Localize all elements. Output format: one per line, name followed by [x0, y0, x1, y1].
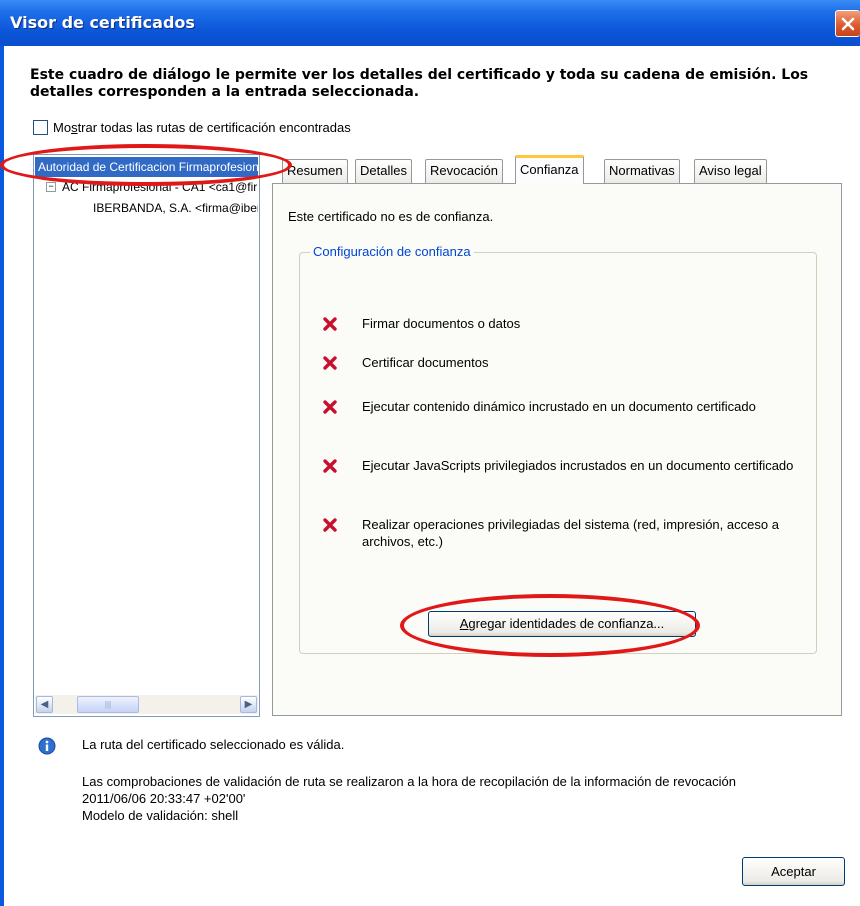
info-icon — [38, 737, 56, 755]
tree-node-root[interactable]: Autoridad de Certificacion Firmaprofesio… — [35, 157, 258, 177]
tab-normativas[interactable]: Normativas — [604, 159, 680, 183]
tree-node-iberbanda-label: IBERBANDA, S.A. <firma@iberbanda.es> — [93, 201, 258, 215]
scroll-right-icon[interactable]: ▶ — [240, 696, 257, 713]
intro-text: Este cuadro de diálogo le permite ver lo… — [30, 67, 809, 100]
tab-resumen[interactable]: Resumen — [282, 159, 348, 183]
trust-status: Este certificado no es de confianza. — [288, 209, 494, 224]
validation-timestamp: 2011/06/06 20:33:47 +02'00' — [82, 791, 246, 806]
scroll-thumb[interactable]: ||| — [77, 696, 139, 713]
certificate-path-tree[interactable]: Autoridad de Certificacion Firmaprofesio… — [33, 154, 260, 717]
tree-node-iberbanda[interactable]: IBERBANDA, S.A. <firma@iberbanda.es> — [93, 201, 258, 217]
tab-aviso-legal[interactable]: Aviso legal — [694, 159, 767, 183]
tab-revocacion[interactable]: Revocación — [425, 159, 503, 183]
tree-node-ca1[interactable]: − AC Firmaprofesional - CA1 <ca1@firmapr… — [46, 180, 258, 196]
trust-item-text: Certificar documentos — [362, 355, 489, 370]
show-all-paths-label[interactable]: Mostrar todas las rutas de certificación… — [53, 120, 351, 135]
collapse-icon[interactable]: − — [46, 182, 56, 192]
title-bar[interactable]: Visor de certificados — [0, 0, 860, 46]
ok-button[interactable]: Aceptar — [742, 857, 845, 886]
close-button[interactable] — [835, 10, 860, 37]
trust-item-text: Firmar documentos o datos — [362, 316, 521, 331]
deny-icon — [323, 518, 337, 532]
path-valid-text: La ruta del certificado seleccionado es … — [82, 737, 345, 752]
tab-detalles[interactable]: Detalles — [355, 159, 412, 183]
trust-settings-group: Configuración de confianza Firmar docume… — [299, 244, 817, 654]
deny-icon — [323, 356, 337, 370]
deny-icon — [323, 317, 337, 331]
validation-model: Modelo de validación: shell — [82, 808, 239, 823]
deny-icon — [323, 459, 337, 473]
tab-confianza[interactable]: Confianza — [515, 155, 584, 184]
trust-item-text: Realizar operaciones privilegiadas del s… — [362, 517, 779, 549]
validation-details: Las comprobaciones de validación de ruta… — [82, 773, 736, 824]
scroll-left-icon[interactable]: ◀ — [36, 696, 53, 713]
horizontal-scrollbar[interactable]: ◀ ||| ▶ — [35, 695, 258, 714]
close-icon — [841, 17, 855, 31]
group-title: Configuración de confianza — [310, 244, 474, 259]
trust-tab-panel: Este certificado no es de confianza. Con… — [272, 183, 842, 716]
add-trusted-identities-button[interactable]: Agregar identidades de confianza... — [428, 611, 696, 637]
trust-item-text: Ejecutar JavaScripts privilegiados incru… — [362, 458, 794, 473]
deny-icon — [323, 400, 337, 414]
tree-node-ca1-label: AC Firmaprofesional - CA1 <ca1@firmaprof… — [62, 180, 258, 194]
show-all-paths-checkbox[interactable] — [33, 120, 48, 135]
validation-details-line: Las comprobaciones de validación de ruta… — [82, 774, 736, 789]
window-title: Visor de certificados — [10, 13, 195, 32]
trust-item-text: Ejecutar contenido dinámico incrustado e… — [362, 399, 756, 414]
